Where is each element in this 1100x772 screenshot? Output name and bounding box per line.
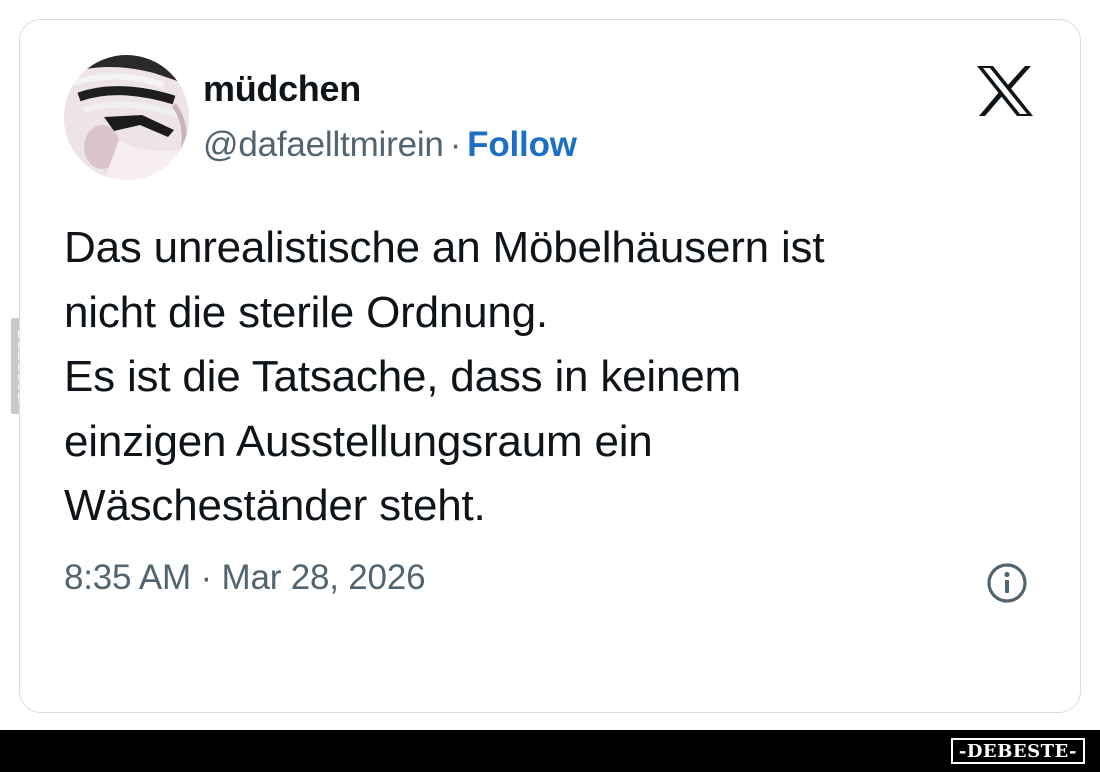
tweet-text-line: einzigen Ausstellungsraum ein — [64, 416, 653, 466]
follow-button[interactable]: Follow — [467, 125, 577, 164]
tweet-text-line: Das unrealistische an Möbelhäusern ist — [64, 223, 825, 272]
tweet-card: müdchen @dafaelltmirein · Follow Das unrea… — [19, 19, 1081, 713]
avatar[interactable] — [64, 55, 189, 180]
handle[interactable]: @dafaelltmirein — [203, 125, 444, 164]
footer-watermark-text: -DEBESTE- — [958, 740, 1077, 762]
info-icon[interactable] — [985, 561, 1029, 605]
tweet-text: Das unrealistische an Möbelhäusern ist n… — [64, 216, 1054, 539]
tweet-text-line: Wäscheständer steht. — [64, 481, 486, 530]
handle-row: @dafaelltmirein · Follow — [203, 125, 577, 165]
tweet-text-line: nicht die sterile Ordnung. — [64, 287, 548, 337]
timestamp[interactable]: 8:35 AM · Mar 28, 2026 — [64, 558, 426, 598]
page: DEBESTE müdchen @dafaelltmirein·Follow — [0, 0, 1100, 772]
avatar-photo-icon — [64, 55, 189, 180]
separator-dot: · — [449, 125, 462, 164]
footer-bar: -DEBESTE- — [0, 730, 1100, 772]
display-name[interactable]: müdchen — [203, 68, 361, 110]
x-logo-icon[interactable] — [975, 64, 1035, 118]
footer-watermark-logo: -DEBESTE- — [950, 738, 1085, 764]
tweet-text-line: Es ist die Tatsache, dass in keinem — [64, 352, 741, 401]
